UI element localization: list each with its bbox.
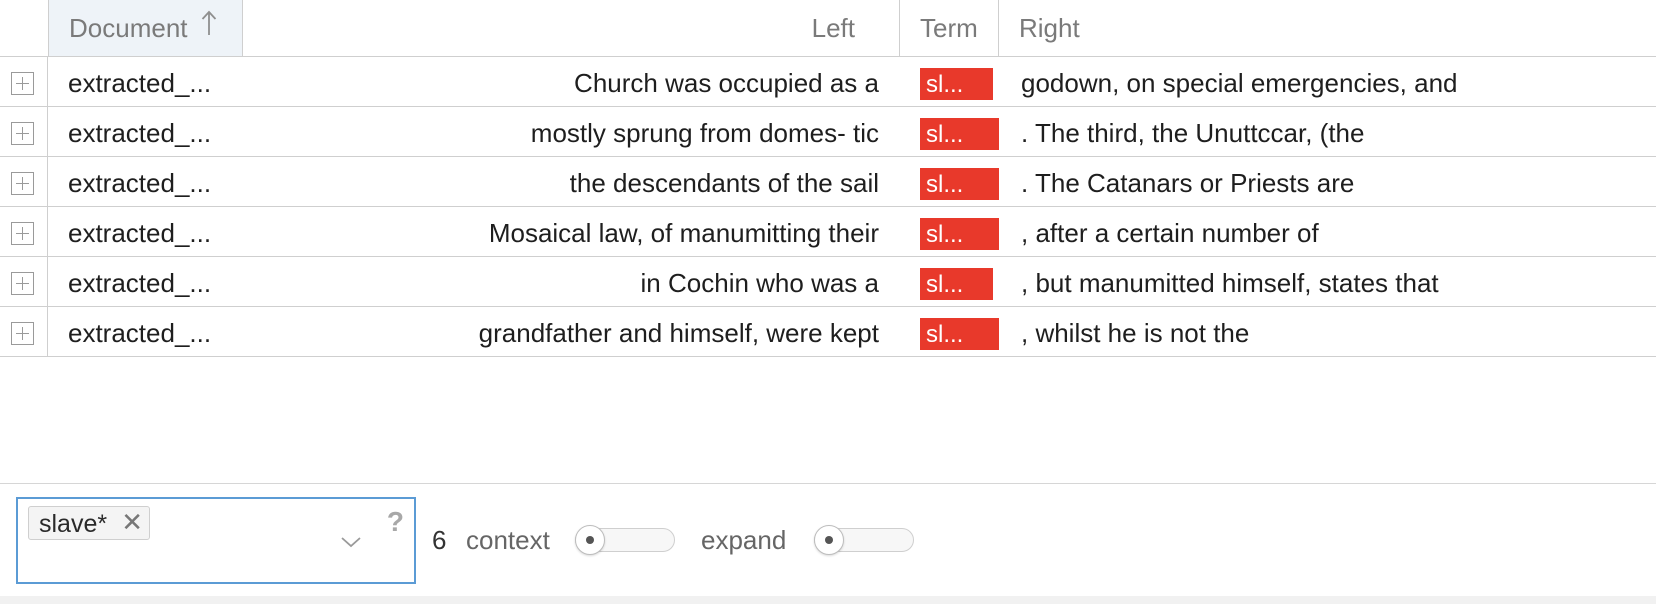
row-expander-cell — [0, 207, 48, 256]
document-cell[interactable]: extracted_... — [48, 157, 243, 206]
document-cell[interactable]: extracted_... — [48, 257, 243, 306]
column-header-right[interactable]: Right — [999, 0, 1656, 56]
document-cell[interactable]: extracted_... — [48, 207, 243, 256]
column-header-document[interactable]: Document — [48, 0, 243, 56]
plus-square-icon[interactable] — [11, 272, 34, 295]
question-icon[interactable]: ? — [387, 507, 404, 537]
term-highlight[interactable]: sl... — [920, 218, 999, 250]
chevron-down-icon[interactable] — [340, 535, 362, 554]
term-highlight[interactable]: sl... — [920, 268, 993, 300]
expand-slider[interactable] — [814, 525, 914, 555]
plus-square-icon[interactable] — [11, 222, 34, 245]
left-context-cell: in Cochin who was a — [640, 268, 879, 298]
document-cell[interactable]: extracted_... — [48, 57, 243, 106]
left-context-cell: the descendants of the sail — [569, 168, 879, 198]
right-context-cell: . The third, the Unuttccar, (the — [1021, 118, 1365, 148]
term-cell: sl... — [899, 57, 999, 106]
arrow-up-icon — [201, 0, 217, 55]
row-expander-cell — [0, 157, 48, 206]
right-context-cell: . The Catanars or Priests are — [1021, 168, 1355, 198]
plus-square-icon[interactable] — [11, 322, 34, 345]
query-input[interactable]: slave* ✕ ? — [16, 497, 416, 584]
right-context-cell: , after a certain number of — [1021, 218, 1319, 248]
column-header-term[interactable]: Term — [899, 0, 999, 56]
row-expander-cell — [0, 57, 48, 106]
plus-square-icon[interactable] — [11, 72, 34, 95]
column-header-left[interactable]: Left — [243, 0, 899, 56]
table-row[interactable]: extracted_... Church was occupied as a sl.… — [0, 57, 1656, 107]
right-context-cell: , but manumitted himself, states that — [1021, 268, 1439, 298]
document-cell[interactable]: extracted_... — [48, 107, 243, 156]
column-header-document-label: Document — [69, 13, 188, 43]
footer-strip — [0, 596, 1656, 604]
row-expander-cell — [0, 107, 48, 156]
query-term-tag[interactable]: slave* ✕ — [28, 506, 150, 540]
term-cell: sl... — [899, 207, 999, 256]
query-term-label: slave* — [39, 510, 108, 538]
term-cell: sl... — [899, 257, 999, 306]
left-context-cell: Church was occupied as a — [574, 68, 879, 98]
grid-header: Document Left Term Right — [0, 0, 1656, 57]
left-context-cell: mostly sprung from domes- tic — [530, 118, 879, 148]
context-label: context — [466, 525, 550, 555]
context-value: 6 — [432, 525, 447, 555]
context-slider[interactable] — [575, 525, 675, 555]
term-highlight[interactable]: sl... — [920, 118, 999, 150]
term-highlight[interactable]: sl... — [920, 68, 993, 100]
table-row[interactable]: extracted_... Mosaical law, of manumittin… — [0, 207, 1656, 257]
term-cell: sl... — [899, 107, 999, 156]
plus-square-icon[interactable] — [11, 122, 34, 145]
expand-slider-handle[interactable] — [814, 525, 844, 555]
term-highlight[interactable]: sl... — [920, 318, 999, 350]
right-context-cell: godown, on special emergencies, and — [1021, 68, 1458, 98]
row-expander-cell — [0, 307, 48, 356]
plus-square-icon[interactable] — [11, 172, 34, 195]
query-toolbar: slave* ✕ ? 6 context expand — [0, 483, 1656, 604]
expand-label: expand — [701, 525, 787, 555]
row-expander-cell — [0, 257, 48, 306]
context-slider-handle[interactable] — [575, 525, 605, 555]
table-row[interactable]: extracted_... the descendants of the sail… — [0, 157, 1656, 207]
left-context-cell: Mosaical law, of manumitting their — [488, 218, 879, 248]
table-row[interactable]: extracted_... mostly sprung from domes- t… — [0, 107, 1656, 157]
term-highlight[interactable]: sl... — [920, 168, 999, 200]
term-cell: sl... — [899, 157, 999, 206]
close-icon[interactable]: ✕ — [121, 507, 143, 537]
table-row[interactable]: extracted_... in Cochin who was a sl... , b… — [0, 257, 1656, 307]
left-context-cell: grandfather and himself, were kept — [478, 318, 879, 348]
table-row[interactable]: extracted_... grandfather and himself, we… — [0, 307, 1656, 357]
term-cell: sl... — [899, 307, 999, 356]
right-context-cell: , whilst he is not the — [1021, 318, 1250, 348]
document-cell[interactable]: extracted_... — [48, 307, 243, 356]
